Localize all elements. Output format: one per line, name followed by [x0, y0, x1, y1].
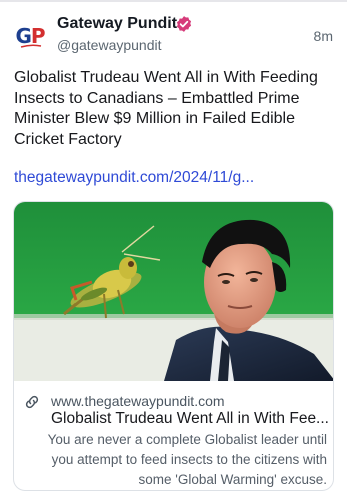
post-header: GP Gateway Pundit @gatewaypundit 8m [0, 0, 347, 62]
link-icon [25, 395, 39, 409]
post-link[interactable]: thegatewaypundit.com/2024/11/g... [14, 169, 254, 187]
avatar[interactable]: GP [12, 18, 48, 54]
card-description: You are never a complete Globalist leade… [47, 432, 327, 487]
card-title[interactable]: Globalist Trudeau Went All in With Fee..… [51, 410, 329, 428]
post-timestamp: 8m [313, 28, 333, 44]
verified-badge-icon [176, 16, 192, 32]
author-display-name[interactable]: Gateway Pundit [57, 15, 177, 33]
link-preview-card[interactable]: www.thegatewaypundit.com Globalist Trude… [13, 201, 334, 491]
card-meta: www.thegatewaypundit.com Globalist Trude… [14, 381, 333, 490]
card-image[interactable] [14, 202, 333, 381]
author-handle[interactable]: @gatewaypundit [57, 37, 162, 53]
post-body-text: Globalist Trudeau Went All in With Feedi… [14, 69, 318, 148]
logo-swoosh-icon [20, 44, 42, 48]
card-domain: www.thegatewaypundit.com [51, 393, 225, 409]
grasshopper-and-trudeau-image [14, 202, 333, 381]
